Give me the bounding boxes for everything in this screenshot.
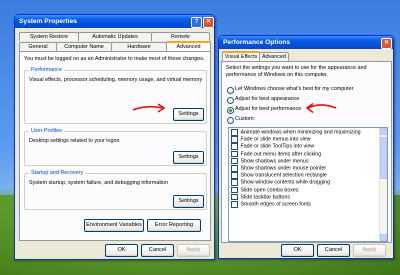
- tab-general[interactable]: General: [19, 42, 57, 51]
- apply-button[interactable]: Apply: [177, 244, 210, 257]
- group-description: Visual effects, processor scheduling, me…: [29, 77, 203, 83]
- window-title: Performance Options: [223, 39, 291, 46]
- system-properties-titlebar[interactable]: System Properties: [15, 15, 214, 28]
- radio-label: Adjust for best appearance: [235, 96, 300, 102]
- list-item[interactable]: Smooth edges of screen fonts: [231, 201, 311, 208]
- red-arrow-icon: [305, 102, 337, 114]
- checkbox[interactable]: [231, 172, 238, 179]
- checkbox[interactable]: [231, 179, 238, 186]
- tab-computer-name[interactable]: Computer Name: [56, 42, 112, 51]
- radio-label: Let Windows choose what's best for my co…: [235, 86, 354, 92]
- system-properties-window: System Properties ? ✕ System Restore Aut…: [14, 14, 215, 260]
- checkbox[interactable]: [231, 186, 238, 194]
- radio-label: Adjust for best performance: [235, 106, 302, 112]
- user-profiles-group: User Profiles Desktop settings related t…: [24, 128, 207, 166]
- ok-button[interactable]: OK: [281, 244, 314, 257]
- checkbox[interactable]: [231, 143, 238, 150]
- admin-note: You must be logged on as an Administrato…: [24, 56, 205, 62]
- checkbox[interactable]: [231, 165, 238, 172]
- radio-best-appearance[interactable]: [227, 97, 234, 104]
- radio-label: Custom:: [235, 116, 256, 122]
- scroll-down-button[interactable]: [380, 234, 387, 241]
- environment-variables-button[interactable]: Environment Variables: [84, 219, 144, 232]
- list-item[interactable]: Slide taskbar buttons: [231, 193, 290, 201]
- apply-button[interactable]: Apply: [353, 244, 386, 257]
- group-title: User Profiles: [29, 128, 64, 134]
- red-arrow-icon: [132, 103, 166, 113]
- tab-system-restore[interactable]: System Restore: [19, 32, 79, 41]
- checkbox[interactable]: [231, 201, 238, 208]
- group-description: Desktop settings related to your logon: [29, 138, 120, 144]
- radio-best-performance[interactable]: [227, 107, 234, 114]
- help-button[interactable]: ?: [191, 17, 202, 28]
- error-reporting-button[interactable]: Error Reporting: [147, 219, 201, 232]
- list-item[interactable]: Slide open combo boxes: [231, 186, 299, 194]
- tab-visual-effects[interactable]: Visual Effects: [222, 51, 260, 61]
- ok-button[interactable]: OK: [105, 244, 138, 257]
- tab-advanced[interactable]: Advanced: [259, 52, 289, 61]
- list-item[interactable]: Animate windows when minimizing and maxi…: [231, 129, 361, 136]
- window-title: System Properties: [19, 18, 77, 25]
- checkbox[interactable]: [231, 150, 238, 158]
- cancel-button[interactable]: Cancel: [141, 244, 174, 257]
- close-button[interactable]: ✕: [381, 38, 392, 49]
- list-item[interactable]: Show shadows under mouse pointer: [231, 165, 326, 172]
- tab-automatic-updates[interactable]: Automatic Updates: [78, 32, 152, 41]
- list-item[interactable]: Fade or slide ToolTips into view: [231, 143, 314, 150]
- list-item[interactable]: Fade or slide menus into view: [231, 136, 311, 143]
- performance-settings-button[interactable]: Settings: [173, 108, 204, 121]
- list-item[interactable]: Show translucent selection rectangle: [231, 172, 327, 179]
- group-title: Performance: [29, 67, 64, 73]
- tab-remote[interactable]: Remote: [151, 32, 210, 41]
- startup-recovery-group: Startup and Recovery System startup, sys…: [24, 170, 207, 210]
- visual-effects-list[interactable]: Animate windows when minimizing and maxi…: [228, 127, 388, 242]
- list-item[interactable]: Fade out menu items after clicking: [231, 150, 321, 158]
- startup-settings-button[interactable]: Settings: [173, 195, 204, 208]
- vertical-scrollbar[interactable]: [379, 128, 387, 241]
- list-item[interactable]: Show shadows under menus: [231, 157, 309, 165]
- scroll-thumb[interactable]: [380, 137, 387, 179]
- checkbox[interactable]: [231, 129, 238, 136]
- group-description: System startup, system failure, and debu…: [29, 180, 169, 186]
- cancel-button[interactable]: Cancel: [317, 244, 350, 257]
- checkbox[interactable]: [231, 136, 238, 143]
- user-profiles-settings-button[interactable]: Settings: [173, 151, 204, 164]
- performance-group: Performance Visual effects, processor sc…: [24, 67, 207, 124]
- advanced-tab-panel: You must be logged on as an Administrato…: [19, 51, 211, 241]
- performance-options-titlebar[interactable]: Performance Options: [219, 36, 393, 49]
- performance-options-window: Performance Options ✕ Visual Effects Adv…: [218, 35, 394, 259]
- checkbox[interactable]: [231, 193, 238, 201]
- tab-advanced[interactable]: Advanced: [166, 41, 211, 51]
- tab-hardware[interactable]: Hardware: [111, 42, 167, 51]
- scroll-up-button[interactable]: [380, 128, 387, 135]
- checkbox[interactable]: [231, 157, 238, 165]
- visual-effects-panel: Select the settings you want to use for …: [221, 61, 392, 243]
- intro-text: Select the settings you want to use for …: [226, 65, 367, 78]
- close-button[interactable]: ✕: [203, 17, 214, 28]
- radio-custom[interactable]: [227, 117, 234, 124]
- radio-let-windows-choose[interactable]: [227, 87, 234, 94]
- list-item[interactable]: Show window contents while dragging: [231, 179, 330, 186]
- group-title: Startup and Recovery: [29, 170, 86, 176]
